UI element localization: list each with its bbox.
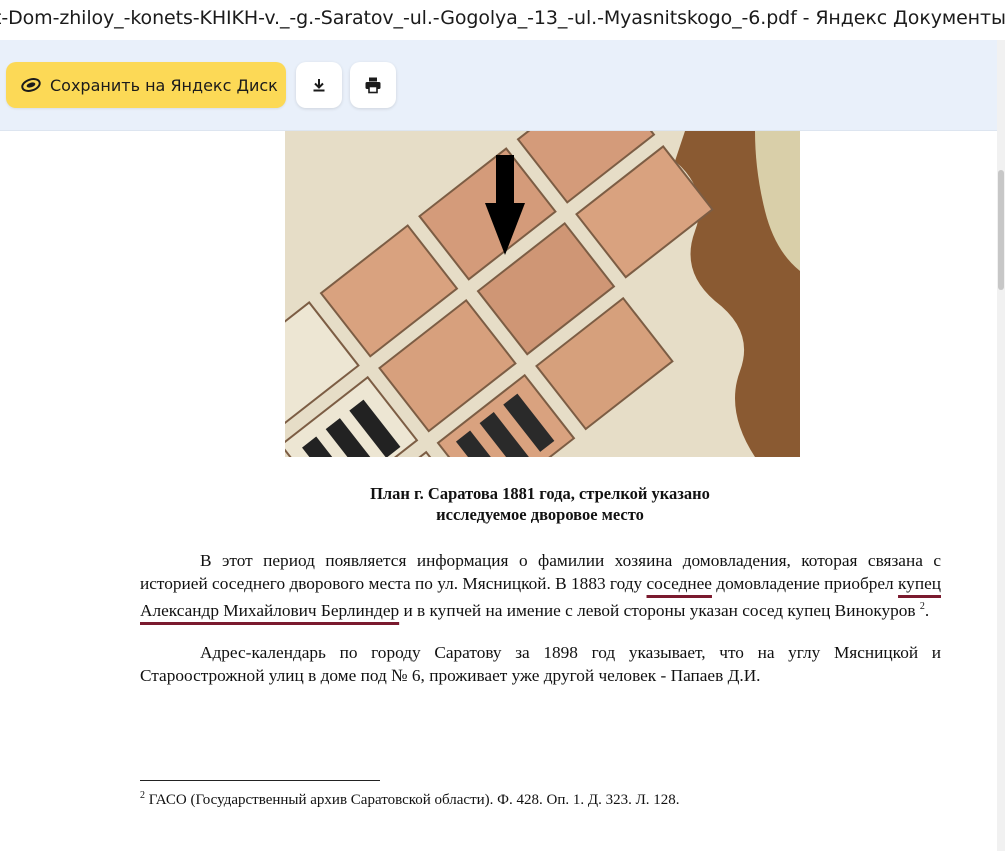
yandex-disk-icon — [21, 78, 41, 92]
paragraph-2: Адрес-календарь по городу Саратову за 18… — [140, 641, 941, 687]
save-to-disk-button[interactable]: Сохранить на Яндекс Диск — [6, 62, 286, 108]
footnote-text: ГАСО (Государственный архив Саратовской … — [145, 792, 680, 808]
print-button[interactable] — [350, 62, 396, 108]
toolbar: Сохранить на Яндекс Диск — [0, 40, 1005, 131]
p2-text: Адрес-календарь по городу Саратову за 18… — [140, 643, 941, 685]
download-icon — [313, 79, 325, 92]
historic-map-image — [285, 131, 800, 457]
underlined-neighbor: соседнее — [646, 574, 712, 593]
printer-icon — [365, 77, 381, 94]
scrollbar-thumb[interactable] — [998, 170, 1004, 290]
p1-end: . — [924, 600, 930, 620]
save-button-label: Сохранить на Яндекс Диск — [50, 75, 278, 95]
window-title: t-Dom-zhiloy_-konets-KHIKH-v._-g.-Sarato… — [0, 7, 1005, 29]
caption-line-2: исследуемое дворовое место — [436, 505, 644, 524]
p1-text-c: и в купчей на имение с левой стороны ука… — [399, 600, 920, 620]
download-button[interactable] — [296, 62, 342, 108]
footnote: 2 ГАСО (Государственный архив Саратовско… — [140, 790, 680, 809]
p1-text-b: домовладение приобрел — [711, 574, 899, 593]
footnote-divider — [140, 780, 380, 781]
window-titlebar: t-Dom-zhiloy_-konets-KHIKH-v._-g.-Sarato… — [0, 0, 1005, 40]
document-page: План г. Саратова 1881 года, стрелкой ука… — [0, 131, 997, 851]
figure-caption: План г. Саратова 1881 года, стрелкой ука… — [140, 483, 940, 525]
vertical-scrollbar[interactable] — [997, 40, 1005, 851]
paragraph-1: В этот период появляется информация о фа… — [140, 549, 941, 622]
caption-line-1: План г. Саратова 1881 года, стрелкой ука… — [370, 484, 710, 503]
